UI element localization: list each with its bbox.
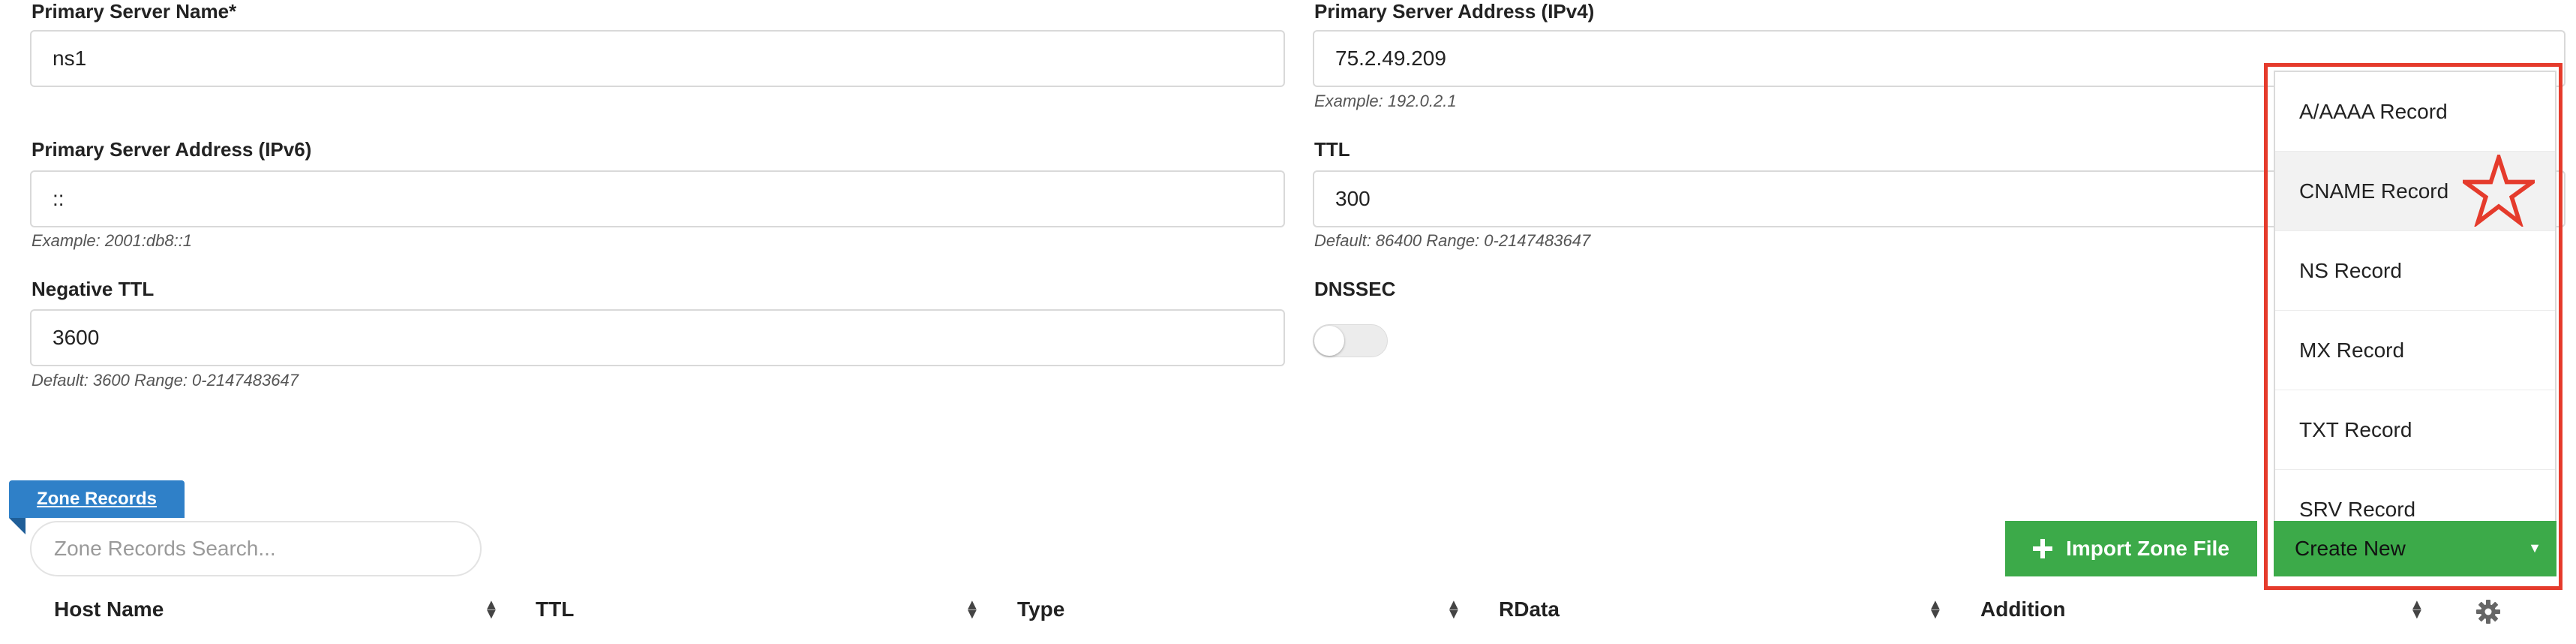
column-header-host-name[interactable]: Host Name: [54, 597, 164, 621]
sort-icon[interactable]: ▲ ▼: [2409, 597, 2424, 621]
dnssec-label: DNSSEC: [1314, 278, 1396, 300]
ttl-hint: Default: 86400 Range: 0-2147483647: [1314, 231, 1591, 250]
negative-ttl-input[interactable]: 3600: [30, 309, 1285, 366]
ipv6-label: Primary Server Address (IPv6): [32, 138, 312, 161]
import-zone-file-button[interactable]: Import Zone File: [2005, 521, 2257, 576]
tab-notch: [9, 518, 26, 534]
zone-records-search-input[interactable]: Zone Records Search...: [30, 521, 482, 576]
gear-icon[interactable]: [2475, 599, 2501, 624]
star-icon: [2463, 155, 2535, 227]
column-header-ttl[interactable]: TTL: [536, 597, 574, 621]
primary-server-name-input[interactable]: ns1: [30, 30, 1285, 87]
sort-icon[interactable]: ▲ ▼: [484, 597, 499, 621]
import-zone-file-label: Import Zone File: [2066, 537, 2229, 560]
column-header-rdata[interactable]: RData: [1499, 597, 1560, 621]
toggle-knob: [1314, 326, 1344, 356]
ipv4-label: Primary Server Address (IPv4): [1314, 0, 1595, 23]
sort-icon[interactable]: ▲ ▼: [1446, 597, 1461, 621]
negative-ttl-label: Negative TTL: [32, 278, 155, 300]
ttl-label: TTL: [1314, 138, 1350, 161]
ipv6-hint: Example: 2001:db8::1: [32, 231, 193, 250]
column-header-addition[interactable]: Addition: [1980, 597, 2066, 621]
dnssec-toggle[interactable]: [1313, 324, 1388, 357]
plus-icon: [2033, 539, 2053, 558]
ipv6-input[interactable]: ::: [30, 170, 1285, 227]
primary-server-name-label: Primary Server Name*: [32, 0, 237, 23]
ipv4-hint: Example: 192.0.2.1: [1314, 92, 1457, 110]
highlight-box: [2264, 63, 2562, 590]
tab-zone-records[interactable]: Zone Records: [9, 480, 185, 518]
column-header-type[interactable]: Type: [1017, 597, 1064, 621]
sort-icon[interactable]: ▲ ▼: [965, 597, 980, 621]
negative-ttl-hint: Default: 3600 Range: 0-2147483647: [32, 371, 299, 390]
sort-icon[interactable]: ▲ ▼: [1928, 597, 1943, 621]
